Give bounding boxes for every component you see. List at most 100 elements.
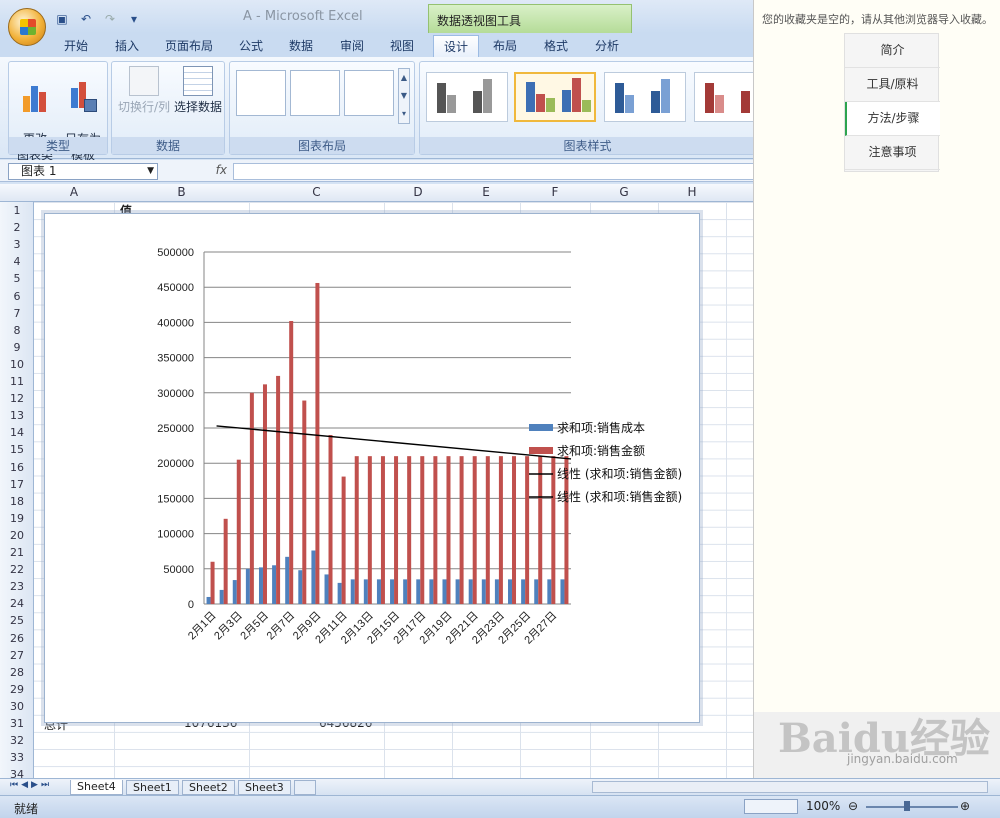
chart-bar-cost [363, 579, 368, 604]
layout-gallery-scroll[interactable]: ▲ ▼ ▾ [398, 68, 410, 124]
horizontal-scrollbar[interactable] [592, 781, 988, 793]
zoom-slider-handle[interactable] [904, 801, 910, 811]
zoom-out-icon[interactable]: ⊖ [848, 799, 858, 813]
row-header[interactable]: 16 [0, 461, 34, 474]
layout-option-3[interactable] [344, 70, 394, 116]
row-header[interactable]: 31 [0, 717, 34, 730]
formula-input[interactable] [233, 163, 755, 180]
chart-style-3[interactable] [604, 72, 686, 122]
chart-bar-cost [521, 579, 526, 604]
row-header[interactable]: 18 [0, 495, 34, 508]
zoom-slider[interactable] [866, 806, 958, 808]
row-header[interactable]: 21 [0, 546, 34, 559]
row-header[interactable]: 2 [0, 221, 34, 234]
sheet-tab-sheet1[interactable]: Sheet1 [126, 780, 179, 795]
chart-bar-sales [380, 456, 385, 604]
zoom-in-icon[interactable]: ⊕ [960, 799, 970, 813]
row-header[interactable]: 1 [0, 204, 34, 217]
row-header[interactable]: 9 [0, 341, 34, 354]
nav-intro[interactable]: 简介 [845, 34, 940, 68]
chart-style-1[interactable] [426, 72, 508, 122]
column-header-g[interactable]: G [590, 185, 658, 199]
row-header[interactable]: 28 [0, 666, 34, 679]
zoom-level[interactable]: 100% [806, 799, 840, 813]
row-header[interactable]: 33 [0, 751, 34, 764]
row-header[interactable]: 11 [0, 375, 34, 388]
layout-option-2[interactable] [290, 70, 340, 116]
row-header[interactable]: 8 [0, 324, 34, 337]
group-chart-styles-label: 图表样式 [420, 137, 755, 154]
tab-home[interactable]: 开始 [64, 37, 88, 54]
chart-bar-sales [367, 456, 372, 604]
chart-style-2[interactable] [514, 72, 596, 122]
insert-function-button[interactable]: fx [160, 163, 233, 180]
row-header[interactable]: 15 [0, 443, 34, 456]
layout-option-1[interactable] [236, 70, 286, 116]
row-header[interactable]: 25 [0, 614, 34, 627]
name-box[interactable]: 图表 1 ▼ [8, 163, 158, 180]
sheet-tab-sheet4[interactable]: Sheet4 [70, 780, 123, 795]
y-tick-label: 450000 [157, 282, 194, 294]
row-header[interactable]: 13 [0, 409, 34, 422]
row-header[interactable]: 27 [0, 649, 34, 662]
tab-analyze[interactable]: 分析 [595, 37, 619, 54]
row-header[interactable]: 30 [0, 700, 34, 713]
chart-style-4[interactable] [694, 72, 756, 122]
row-header[interactable]: 26 [0, 632, 34, 645]
nav-notes[interactable]: 注意事项 [845, 136, 940, 170]
redo-icon[interactable]: ↷ [100, 10, 120, 28]
column-header-d[interactable]: D [384, 185, 452, 199]
row-header[interactable]: 17 [0, 478, 34, 491]
column-header-a[interactable]: A [34, 185, 114, 199]
row-header[interactable]: 3 [0, 238, 34, 251]
tab-layout[interactable]: 布局 [493, 37, 517, 54]
column-header-e[interactable]: E [452, 185, 520, 199]
chart-bar-sales [341, 476, 346, 604]
row-header[interactable]: 32 [0, 734, 34, 747]
row-header[interactable]: 24 [0, 597, 34, 610]
select-data-button[interactable]: 选择数据 [172, 66, 224, 115]
row-header[interactable]: 23 [0, 580, 34, 593]
pivot-chart[interactable]: 0 50000 100000 150000 200000 250000 300000 3500… [41, 210, 703, 726]
tab-format[interactable]: 格式 [544, 37, 568, 54]
row-header[interactable]: 29 [0, 683, 34, 696]
nav-tools[interactable]: 工具/原料 [845, 68, 940, 102]
row-header[interactable]: 4 [0, 255, 34, 268]
tab-insert[interactable]: 插入 [115, 37, 139, 54]
column-header-f[interactable]: F [520, 185, 590, 199]
row-header[interactable]: 20 [0, 529, 34, 542]
row-header[interactable]: 10 [0, 358, 34, 371]
qat-customize-icon[interactable]: ▾ [124, 10, 144, 28]
row-header[interactable]: 7 [0, 307, 34, 320]
switch-row-col-button[interactable]: 切换行/列 [116, 66, 172, 115]
row-header[interactable]: 14 [0, 426, 34, 439]
tab-formulas[interactable]: 公式 [239, 37, 263, 54]
row-header[interactable]: 6 [0, 290, 34, 303]
sheet-tab-sheet2[interactable]: Sheet2 [182, 780, 235, 795]
tab-data[interactable]: 数据 [289, 37, 313, 54]
undo-icon[interactable]: ↶ [76, 10, 96, 28]
chart-bar-sales [459, 456, 464, 604]
row-header[interactable]: 19 [0, 512, 34, 525]
sheet-tab-sheet3[interactable]: Sheet3 [238, 780, 291, 795]
column-header-h[interactable]: H [658, 185, 726, 199]
row-header[interactable]: 12 [0, 392, 34, 405]
ribbon-tabs: 开始 插入 页面布局 公式 数据 审阅 视图 设计 布局 格式 分析 [0, 33, 755, 57]
tab-page-layout[interactable]: 页面布局 [165, 37, 213, 54]
tab-design[interactable]: 设计 [433, 35, 480, 57]
row-header[interactable]: 5 [0, 272, 34, 285]
column-header-b[interactable]: B [114, 185, 249, 199]
office-button[interactable] [8, 8, 46, 46]
tab-review[interactable]: 审阅 [340, 37, 364, 54]
sheet-nav-arrows-icon[interactable]: ⏮◀▶⏭ [10, 780, 52, 790]
tab-view[interactable]: 视图 [390, 37, 414, 54]
insert-sheet-icon[interactable] [294, 780, 316, 795]
row-header[interactable]: 22 [0, 563, 34, 576]
office-logo-icon [20, 19, 36, 35]
name-box-dropdown-icon[interactable]: ▼ [147, 164, 154, 179]
view-buttons[interactable] [744, 799, 798, 814]
column-header-c[interactable]: C [249, 185, 384, 199]
nav-steps[interactable]: 方法/步骤 [845, 102, 940, 136]
chart-bar-sales [276, 375, 281, 604]
save-icon[interactable]: ▣ [52, 10, 72, 28]
